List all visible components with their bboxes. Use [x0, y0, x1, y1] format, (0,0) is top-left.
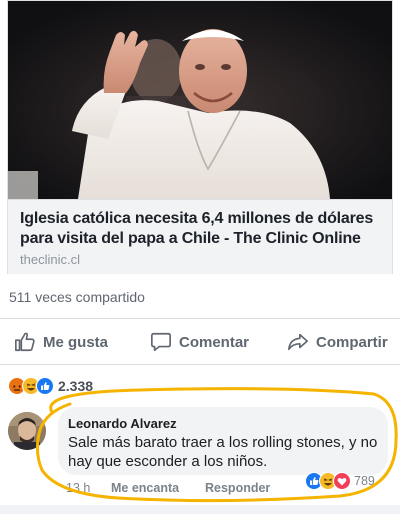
share-count[interactable]: 511 veces compartido: [9, 289, 145, 305]
link-preview-text[interactable]: Iglesia católica necesita 6,4 millones d…: [8, 199, 392, 274]
comment-time[interactable]: 13 h: [66, 481, 90, 495]
thumbs-up-icon: [15, 332, 35, 352]
share-arrow-icon: [288, 333, 308, 351]
comment-label: Comentar: [179, 333, 250, 351]
comment-reaction-count: 789: [354, 474, 375, 488]
share-label: Compartir: [316, 333, 388, 351]
divider: [0, 364, 400, 365]
pope-photo: [8, 1, 392, 199]
divider: [0, 318, 400, 319]
like-button[interactable]: Me gusta: [14, 331, 108, 353]
comment-button[interactable]: Comentar: [150, 331, 249, 353]
avatar[interactable]: [8, 412, 46, 450]
post-action-bar: Me gusta Comentar Compartir: [0, 322, 400, 362]
speech-bubble-icon: [151, 332, 171, 352]
footer-strip: [0, 505, 400, 514]
comment-bubble[interactable]: Leonardo Alvarez Sale más barato traer a…: [58, 407, 388, 475]
comment-text: Sale más barato traer a los rolling ston…: [68, 434, 378, 470]
link-preview-image[interactable]: [8, 1, 392, 199]
link-title[interactable]: Iglesia católica necesita 6,4 millones d…: [20, 209, 382, 249]
love-reaction-icon: [333, 472, 351, 490]
avatar-photo: [8, 412, 46, 450]
reactions-count: 2.338: [58, 378, 94, 394]
share-button[interactable]: Compartir: [287, 331, 388, 353]
link-domain: theclinic.cl: [20, 252, 80, 267]
link-preview-card[interactable]: Iglesia católica necesita 6,4 millones d…: [7, 0, 393, 274]
comment-reactions[interactable]: 789: [305, 472, 375, 490]
reactions-summary[interactable]: 2.338: [8, 377, 93, 395]
like-label: Me gusta: [43, 333, 109, 351]
comment-author[interactable]: Leonardo Alvarez: [68, 416, 378, 431]
comment-reply-link[interactable]: Responder: [205, 481, 270, 495]
comment-like-link[interactable]: Me encanta: [111, 481, 179, 495]
like-reaction-icon: [36, 377, 54, 395]
